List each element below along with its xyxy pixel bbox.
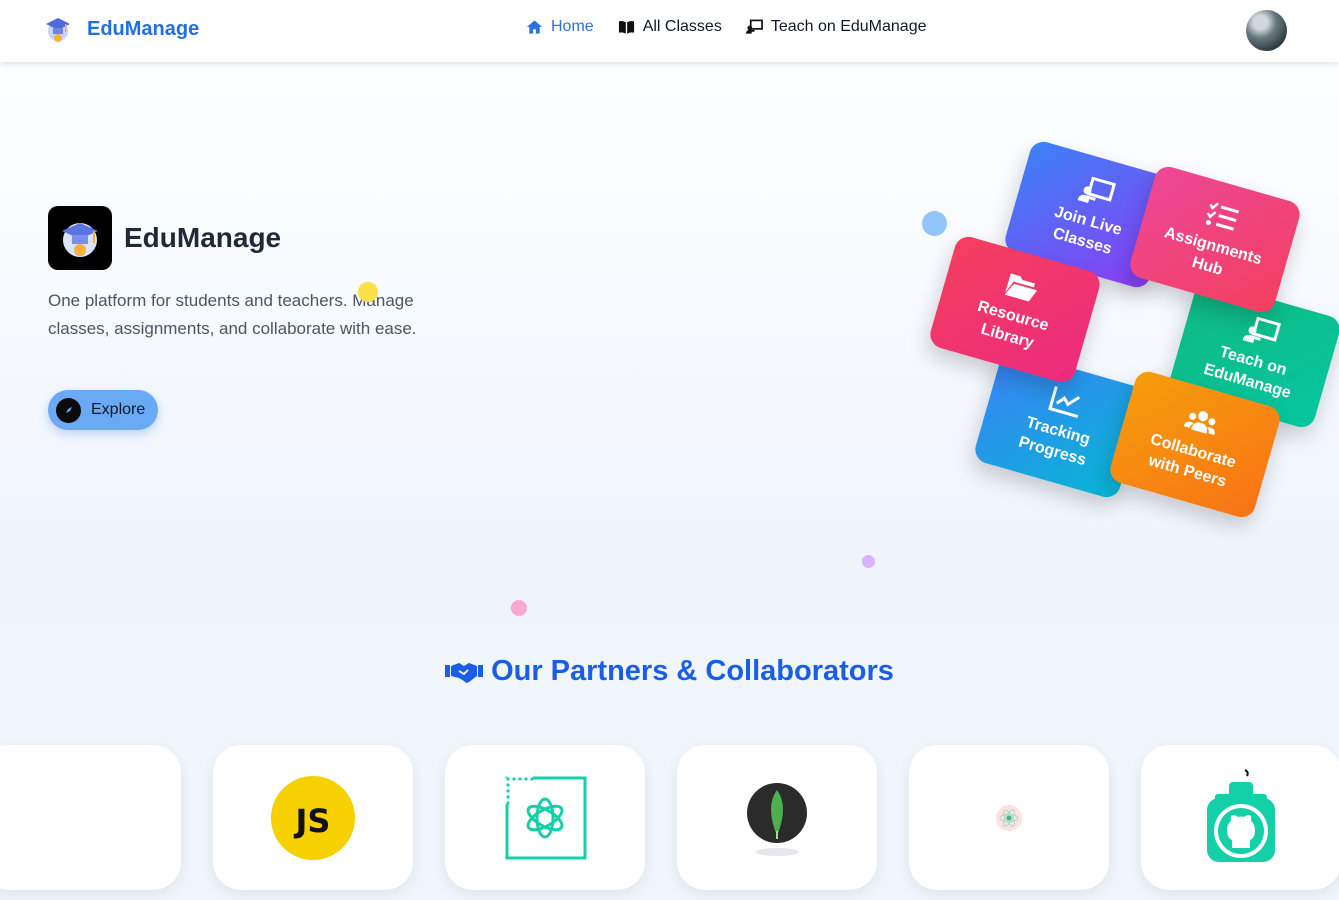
chart-line-icon [1048,385,1081,418]
mongodb-logo-icon [747,782,807,856]
hero-description: One platform for students and teachers. … [48,291,417,338]
compass-icon [56,397,81,423]
list-check-icon [1206,202,1240,231]
tile-assignments-hub[interactable]: Assignments Hub [1127,163,1303,316]
feature-tile-cluster: Join Live Classes Assignments Hub Resour… [927,138,1339,542]
partner-card-github[interactable] [1141,745,1339,890]
partner-card-openai[interactable] [445,745,645,890]
decor-dot-purple [862,555,875,568]
user-avatar[interactable] [1246,10,1287,51]
main-nav: Home All Classes Teach on EduManage [526,18,927,36]
hero-section: EduManage One platform for students and … [0,62,1339,622]
navbar: EduManage Home All Classes Teach on EduM… [0,0,1339,62]
nav-home-label: Home [551,18,594,35]
nav-teach[interactable]: Teach on EduManage [745,18,927,36]
partner-card-react[interactable] [909,745,1109,890]
book-open-icon [618,21,634,34]
brand-name: EduManage [87,17,200,40]
partner-card-empty[interactable] [0,745,181,890]
graduation-cap-icon [62,223,98,257]
partner-card-mongodb[interactable] [677,745,877,890]
chalkboard-teacher-icon [1242,316,1282,343]
home-icon [526,20,543,34]
github-logo-icon [1207,768,1275,862]
js-logo-text: JS [295,801,331,840]
nav-all-classes[interactable]: All Classes [618,18,722,36]
folder-open-icon [1004,272,1038,301]
nav-home[interactable]: Home [526,18,594,36]
openai-logo-icon [505,775,587,859]
chalkboard-teacher-icon [1077,176,1117,203]
partners-title: Our Partners & Collaborators [0,655,1339,688]
graduation-cap-logo-icon [46,18,70,42]
decor-dot-yellow [358,282,378,302]
decor-dot-pink [511,600,527,616]
javascript-logo-icon: JS [271,775,355,860]
nav-all-classes-label: All Classes [642,18,722,35]
explore-button[interactable]: Explore [48,390,158,430]
partner-card-javascript[interactable]: JS [213,745,413,890]
hero-brand: EduManage [48,206,281,270]
explore-label: Explore [91,401,146,418]
brand[interactable]: EduManage [45,14,199,44]
hero-title: EduManage [124,222,282,253]
partners-title-text: Our Partners & Collaborators [491,655,894,687]
users-icon [1183,410,1216,435]
react-logo-icon [996,804,1022,831]
handshake-icon [445,662,484,683]
nav-teach-label: Teach on EduManage [770,18,927,35]
hero-logo [48,206,112,270]
chalkboard-teacher-icon [745,19,763,34]
